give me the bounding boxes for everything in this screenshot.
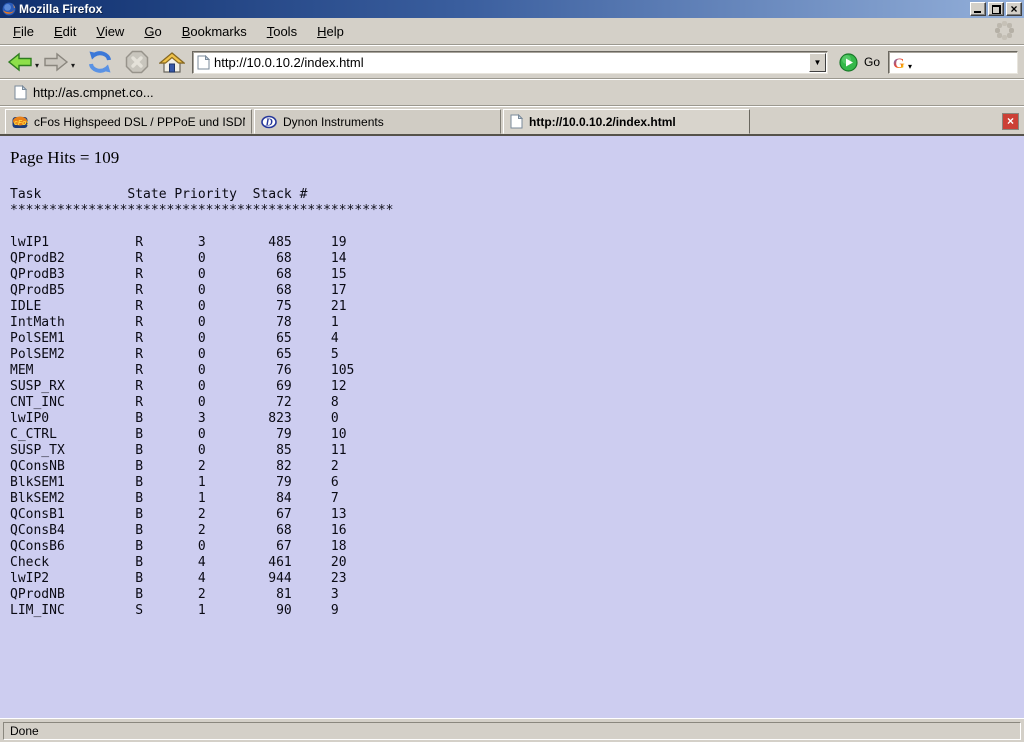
task-table: Task State Priority Stack # ************… [10,187,1024,619]
cfos-icon: cFos [12,114,28,130]
dynon-icon: D [261,114,277,130]
tab-label: Dynon Instruments [283,115,384,129]
bookmark-label: http://as.cmpnet.co... [33,85,154,100]
home-button[interactable] [158,50,186,75]
minimize-button[interactable] [970,2,986,16]
search-engine-dropdown[interactable]: ▾ [908,62,912,71]
svg-text:G: G [893,56,905,71]
firefox-window: Mozilla Firefox × File Edit View Go Book… [0,0,1024,742]
back-dropdown[interactable]: ▾ [35,62,39,70]
svg-text:D: D [265,117,273,128]
close-button[interactable]: × [1006,2,1022,16]
page-icon [510,114,523,129]
go-button[interactable] [838,52,859,73]
status-panel: Done [3,722,1021,740]
forward-dropdown[interactable]: ▾ [71,62,75,70]
close-icon: × [1010,4,1017,14]
menu-tools[interactable]: Tools [257,19,307,44]
menubar: File Edit View Go Bookmarks Tools Help [0,18,1024,45]
menu-view[interactable]: View [86,19,134,44]
go-icon [839,53,858,72]
window-controls: × [968,2,1022,16]
tab-label: cFos Highspeed DSL / PPPoE und ISDN CAP.… [34,115,245,129]
minimize-icon [974,11,981,13]
restore-button[interactable] [988,2,1004,16]
throbber-icon [994,21,1015,42]
restore-icon [992,5,1001,14]
search-input[interactable] [913,54,1017,71]
forward-icon [43,51,69,73]
bookmarks-toolbar: http://as.cmpnet.co... [0,79,1024,106]
firefox-icon [2,2,16,16]
page-hits-text: Page Hits = 109 [10,148,1024,168]
tab-label: http://10.0.10.2/index.html [529,115,676,129]
menu-help[interactable]: Help [307,19,354,44]
go-label[interactable]: Go [864,55,880,69]
tab-active-index[interactable]: http://10.0.10.2/index.html [503,109,750,134]
stop-button[interactable] [124,49,150,75]
url-bar[interactable]: ▼ [192,51,828,74]
back-button[interactable] [6,50,34,74]
menu-file[interactable]: File [3,19,44,44]
search-box[interactable]: G ▾ [888,51,1018,74]
navigation-toolbar: ▾ ▾ [0,45,1024,79]
google-icon[interactable]: G [892,54,908,71]
back-icon [7,51,33,73]
status-bar: Done [0,718,1024,742]
bookmark-item[interactable]: http://as.cmpnet.co... [8,83,160,102]
menu-bookmarks[interactable]: Bookmarks [172,19,257,44]
menu-edit[interactable]: Edit [44,19,86,44]
window-title: Mozilla Firefox [19,2,968,16]
url-input[interactable] [214,54,808,71]
reload-icon [85,50,115,74]
svg-text:cFos: cFos [14,120,28,127]
home-icon [159,51,185,74]
page-icon [197,55,210,70]
tab-cfos[interactable]: cFos cFos Highspeed DSL / PPPoE und ISDN… [5,109,252,134]
stop-icon [125,50,149,74]
tab-dynon[interactable]: D Dynon Instruments [254,109,501,134]
menu-go[interactable]: Go [134,19,171,44]
reload-button[interactable] [84,49,116,75]
url-dropdown-button[interactable]: ▼ [809,53,826,72]
page-content: Page Hits = 109 Task State Priority Stac… [0,136,1024,718]
status-text: Done [10,724,39,738]
close-tab-button[interactable]: × [1002,113,1019,130]
tab-bar: cFos cFos Highspeed DSL / PPPoE und ISDN… [0,106,1024,136]
page-icon [14,85,27,100]
titlebar: Mozilla Firefox × [0,0,1024,18]
forward-button[interactable] [42,50,70,74]
